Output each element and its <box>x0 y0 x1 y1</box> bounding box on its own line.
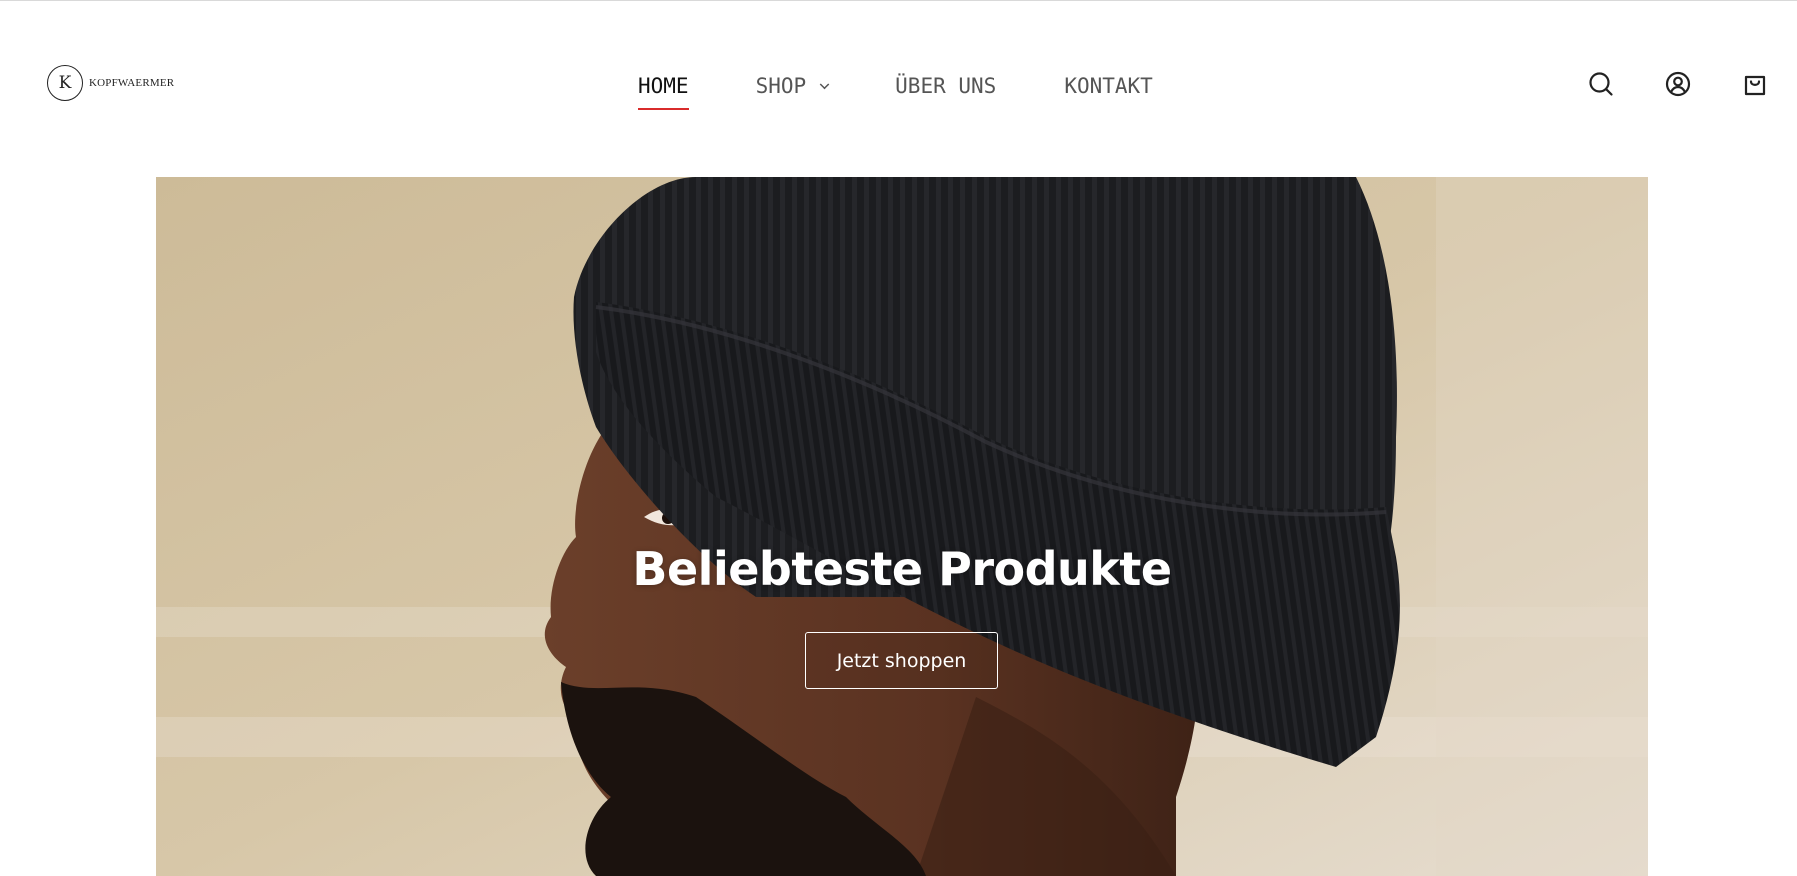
nav-item-label: SHOP <box>755 74 807 98</box>
nav-item-label: ÜBER UNS <box>895 74 997 98</box>
logo-text: KOPFWAERMER <box>89 76 175 89</box>
hero-image <box>156 177 1648 876</box>
search-button[interactable] <box>1586 69 1616 99</box>
shop-now-button[interactable]: Jetzt shoppen <box>805 632 998 689</box>
hero-title: Beliebteste Produkte <box>632 542 1172 596</box>
main-nav: HOME SHOP ÜBER UNS KONTAKT <box>638 68 1153 110</box>
chevron-down-icon <box>819 79 830 89</box>
header-icons <box>1586 69 1770 99</box>
search-icon <box>1589 72 1613 96</box>
cart-button[interactable] <box>1740 69 1770 99</box>
nav-item-ueber-uns[interactable]: ÜBER UNS <box>895 68 996 104</box>
hero-banner: Beliebteste Produkte Jetzt shoppen <box>156 177 1648 876</box>
nav-item-shop[interactable]: SHOP <box>756 68 830 104</box>
logo[interactable]: K KOPFWAERMER <box>47 64 174 101</box>
nav-item-home[interactable]: HOME <box>638 68 689 110</box>
nav-item-label: HOME <box>638 74 689 98</box>
account-icon <box>1665 71 1691 97</box>
site-header: K KOPFWAERMER HOME SHOP ÜBER UNS KONTAKT <box>0 0 1797 170</box>
cart-icon <box>1744 75 1766 96</box>
logo-mark: K <box>47 64 83 101</box>
account-button[interactable] <box>1663 69 1693 99</box>
nav-item-kontakt[interactable]: KONTAKT <box>1064 68 1153 104</box>
nav-item-label: KONTAKT <box>1064 74 1153 98</box>
